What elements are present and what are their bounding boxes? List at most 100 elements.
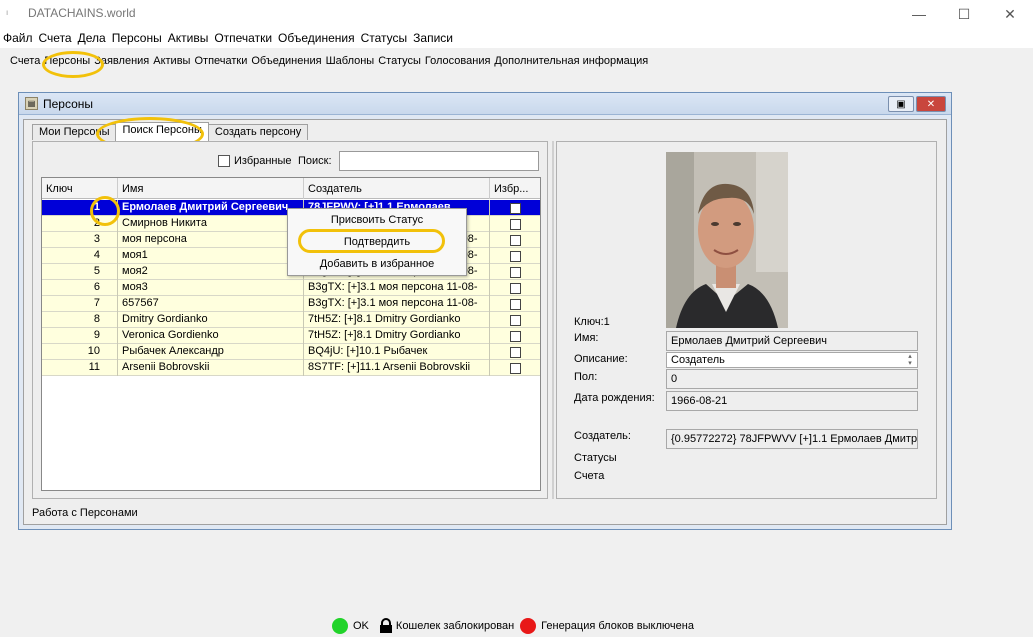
row-name: Смирнов Никита xyxy=(118,216,304,232)
row-creator: BQ4jU: [+]10.1 Рыбачек xyxy=(304,344,490,360)
favorite-checkbox[interactable] xyxy=(509,235,521,246)
detail-name-field[interactable]: Ермолаев Дмитрий Сергеевич xyxy=(666,331,918,351)
favorite-checkbox[interactable] xyxy=(509,219,521,230)
menu-deals[interactable]: Дела xyxy=(75,31,109,45)
person-photo xyxy=(666,152,788,328)
highlight-key-1 xyxy=(90,196,120,226)
ok-status-text: OK xyxy=(353,620,369,632)
favorite-checkbox[interactable] xyxy=(509,299,521,310)
app-icon: ı xyxy=(6,8,9,17)
detail-desc-field[interactable]: Создатель xyxy=(666,352,918,368)
detail-accounts: Счета xyxy=(574,470,605,482)
toolbar-templates[interactable]: Шаблоны xyxy=(326,55,375,67)
menu-assets[interactable]: Активы xyxy=(165,31,212,45)
menu-statuses[interactable]: Статусы xyxy=(358,31,411,45)
favorite-checkbox[interactable] xyxy=(509,363,521,374)
row-favorite-cell xyxy=(490,344,540,360)
favorite-checkbox[interactable] xyxy=(509,315,521,326)
favorites-label: Избранные xyxy=(234,155,292,167)
toolbar-assets[interactable]: Активы xyxy=(153,55,190,67)
favorite-checkbox[interactable] xyxy=(509,347,521,358)
row-favorite-cell xyxy=(490,232,540,248)
person-photo-image xyxy=(666,152,788,328)
favorite-checkbox[interactable] xyxy=(509,251,521,262)
row-favorite-cell xyxy=(490,296,540,312)
row-favorite-cell xyxy=(490,264,540,280)
wallet-status-text: Кошелек заблокирован xyxy=(395,620,515,632)
detail-gender-field[interactable]: 0 xyxy=(666,369,918,389)
minimize-button[interactable]: — xyxy=(896,0,942,28)
row-key: 10 xyxy=(42,344,118,360)
row-key: 4 xyxy=(42,248,118,264)
row-creator: 7tH5Z: [+]8.1 Dmitry Gordianko xyxy=(304,312,490,328)
panel-divider[interactable] xyxy=(552,141,554,499)
highlight-confirm xyxy=(298,229,445,253)
menu-prints[interactable]: Отпечатки xyxy=(211,31,275,45)
row-key: 11 xyxy=(42,360,118,376)
detail-birth-field[interactable]: 1966-08-21 xyxy=(666,391,918,411)
status-bar: OK Кошелек заблокирован Генерация блоков… xyxy=(332,618,694,634)
row-creator: 7tH5Z: [+]8.1 Dmitry Gordianko xyxy=(304,328,490,344)
col-name[interactable]: Имя xyxy=(118,178,304,199)
search-input[interactable] xyxy=(339,151,539,171)
toolbar-prints[interactable]: Отпечатки xyxy=(194,55,247,67)
detail-creator-label: Создатель: xyxy=(574,430,631,442)
maximize-button[interactable]: ☐ xyxy=(941,0,987,28)
row-favorite-cell xyxy=(490,360,540,376)
detail-desc-label: Описание: xyxy=(574,353,628,365)
row-name: моя персона xyxy=(118,232,304,248)
table-row[interactable]: 8 Dmitry Gordianko 7tH5Z: [+]8.1 Dmitry Go… xyxy=(42,312,540,328)
row-name: Arsenii Bobrovskii xyxy=(118,360,304,376)
detail-creator-field[interactable]: {0.95772272} 78JFPWVV [+]1.1 Ермолаев Дм… xyxy=(666,429,918,449)
tab-create-person[interactable]: Создать персону xyxy=(207,124,309,140)
close-button[interactable]: ✕ xyxy=(987,0,1033,28)
menu-unions[interactable]: Объединения xyxy=(275,31,358,45)
row-name: Dmitry Gordianko xyxy=(118,312,304,328)
window-close-button[interactable]: ✕ xyxy=(916,96,946,112)
row-key: 8 xyxy=(42,312,118,328)
table-row[interactable]: 10 Рыбачек Александр BQ4jU: [+]10.1 Рыбаче… xyxy=(42,344,540,360)
search-label: Поиск: xyxy=(298,155,332,167)
row-key: 7 xyxy=(42,296,118,312)
menu-persons[interactable]: Персоны xyxy=(109,31,165,45)
menu-bar: Файл Счета Дела Персоны Активы Отпечатки… xyxy=(0,28,1033,48)
favorite-checkbox[interactable] xyxy=(509,331,521,342)
favorites-checkbox[interactable] xyxy=(218,155,230,167)
favorite-checkbox[interactable] xyxy=(509,203,521,214)
app-title: DATACHAINS.world xyxy=(28,6,136,20)
table-row[interactable]: 7 657567 B3gTX: [+]3.1 моя персона 11-08- xyxy=(42,296,540,312)
table-row[interactable]: 6 моя3 B3gTX: [+]3.1 моя персона 11-08- xyxy=(42,280,540,296)
row-key: 3 xyxy=(42,232,118,248)
menu-records[interactable]: Записи xyxy=(410,31,456,45)
row-creator: B3gTX: [+]3.1 моя персона 11-08- xyxy=(304,280,490,296)
toolbar-accounts[interactable]: Счета xyxy=(10,55,40,67)
col-creator[interactable]: Создатель xyxy=(304,178,490,199)
lock-icon xyxy=(379,618,392,633)
row-creator: 8S7TF: [+]11.1 Arsenii Bobrovskii xyxy=(304,360,490,376)
highlight-toolbar-persons xyxy=(42,51,104,78)
table-header: Ключ Имя Создатель Избр... xyxy=(42,178,540,199)
window-restore-button[interactable]: ▣ xyxy=(888,96,914,112)
col-favorite[interactable]: Избр... xyxy=(490,178,540,199)
toolbar-votes[interactable]: Голосования xyxy=(425,55,491,67)
row-favorite-cell xyxy=(490,216,540,232)
persons-window-title: Персоны xyxy=(43,97,94,111)
os-title-bar: ı DATACHAINS.world — ☐ ✕ xyxy=(0,0,1033,28)
table-row[interactable]: 11 Arsenii Bobrovskii 8S7TF: [+]11.1 Arsen… xyxy=(42,360,540,376)
detail-gender-label: Пол: xyxy=(574,371,598,383)
table-row[interactable]: 9 Veronica Gordienko 7tH5Z: [+]8.1 Dmitry … xyxy=(42,328,540,344)
toolbar-extra-info[interactable]: Дополнительная информация xyxy=(494,55,648,67)
favorite-checkbox[interactable] xyxy=(509,267,521,278)
favorite-checkbox[interactable] xyxy=(509,283,521,294)
menu-accounts[interactable]: Счета xyxy=(36,31,75,45)
menu-add-favorite[interactable]: Добавить в избранное xyxy=(288,253,466,275)
toolbar-statuses[interactable]: Статусы xyxy=(378,55,421,67)
row-name: моя1 xyxy=(118,248,304,264)
row-favorite-cell xyxy=(490,328,540,344)
row-favorite-cell xyxy=(490,248,540,264)
toolbar-unions[interactable]: Объединения xyxy=(251,55,321,67)
menu-file[interactable]: Файл xyxy=(0,31,36,45)
row-key: 9 xyxy=(42,328,118,344)
desc-scroll-icon[interactable]: ▴ ▾ xyxy=(904,353,916,367)
menu-assign-status[interactable]: Присвоить Статус xyxy=(288,209,466,231)
